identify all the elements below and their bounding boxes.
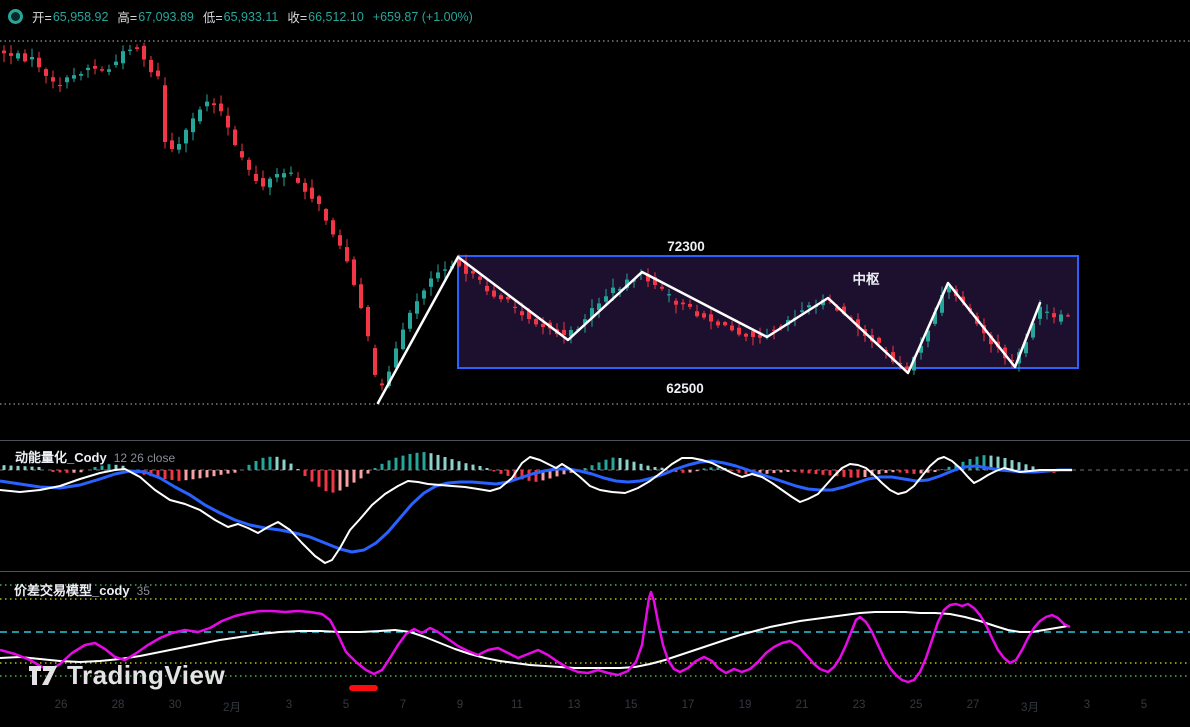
indicator-spread-name: 价差交易模型_cody (14, 580, 130, 599)
main-price-pane (0, 41, 1190, 404)
box-high-label[interactable]: 72300 (646, 239, 726, 254)
time-axis-label: 25 (899, 699, 933, 711)
indicator-spread-params: 35 (137, 584, 150, 598)
central-pivot-label[interactable]: 中枢 (846, 268, 886, 288)
time-axis-label: 11 (500, 699, 534, 711)
time-axis-label: 30 (158, 699, 192, 711)
time-axis-label: 17 (671, 699, 705, 711)
time-axis-label: 23 (842, 699, 876, 711)
chart-canvas[interactable] (0, 0, 1190, 727)
time-axis-label: 5 (329, 699, 363, 711)
legend-open: 开=65,958.92 (32, 7, 108, 26)
legend-close: 收=66,512.10 (287, 7, 363, 26)
box-low-label[interactable]: 62500 (645, 381, 725, 396)
time-axis-label: 9 (443, 699, 477, 711)
indicator-momentum-title[interactable]: 动能量化_Cody 12 26 close (15, 447, 175, 466)
time-axis-label: 28 (101, 699, 135, 711)
tradingview-logo-text: TradingView (67, 660, 225, 691)
momentum-indicator-pane (0, 452, 1190, 563)
central-pivot-box[interactable] (458, 256, 1078, 368)
tradingview-logo-icon (28, 662, 58, 690)
indicator-momentum-params: 12 26 close (114, 451, 175, 465)
legend-high: 高=67,093.89 (117, 7, 193, 26)
tradingview-chart-screen: 开=65,958.92 高=67,093.89 低=65,933.11 收=66… (0, 0, 1190, 727)
time-axis-label: 3 (1070, 699, 1104, 711)
indicator-spread-title[interactable]: 价差交易模型_cody 35 (14, 580, 150, 599)
time-axis-label: 21 (785, 699, 819, 711)
time-axis-label: 26 (44, 699, 78, 711)
time-axis-label: 27 (956, 699, 990, 711)
time-axis-label: 13 (557, 699, 591, 711)
time-axis-label: 15 (614, 699, 648, 711)
time-axis[interactable]: 26 28 30 2月 3 5 7 9 11 13 15 17 19 21 23 25 27 3月 3 5 (0, 699, 1190, 723)
ohlc-legend[interactable]: 开=65,958.92 高=67,093.89 低=65,933.11 收=66… (8, 7, 473, 26)
legend-change: +659.87 (+1.00%) (373, 10, 473, 24)
time-axis-label: 3月 (1013, 699, 1047, 715)
tradingview-watermark[interactable]: TradingView (28, 660, 225, 691)
indicator-momentum-name: 动能量化_Cody (15, 447, 107, 466)
series-status-icon (8, 9, 23, 24)
time-axis-label: 5 (1127, 699, 1161, 711)
time-axis-label: 3 (272, 699, 306, 711)
red-signal-marker (349, 685, 378, 691)
time-axis-label: 19 (728, 699, 762, 711)
time-axis-label: 2月 (215, 699, 249, 715)
time-axis-label: 7 (386, 699, 420, 711)
legend-low: 低=65,933.11 (203, 7, 279, 26)
